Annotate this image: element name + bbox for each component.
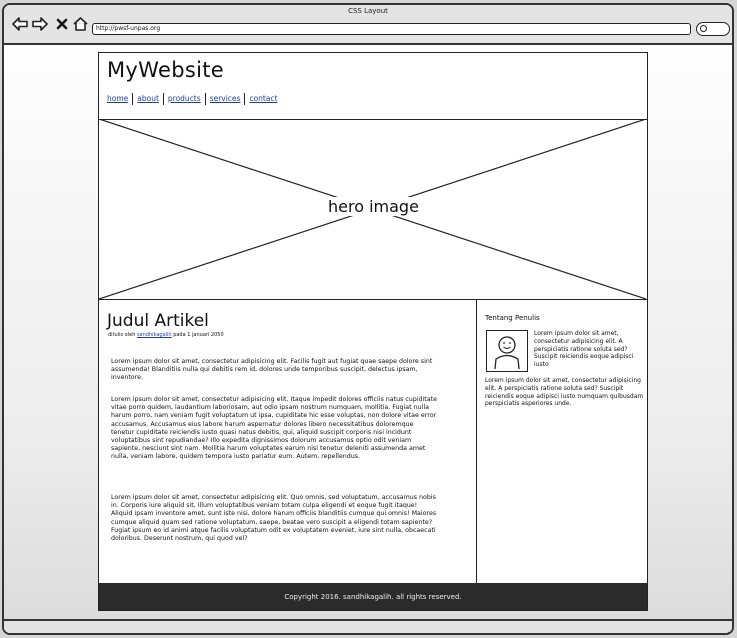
- page-viewport: MyWebsite home about products services c…: [4, 45, 732, 633]
- browser-toolbar: CSS Layout http://pwsf-unpas.org: [4, 5, 732, 45]
- person-icon: [494, 336, 520, 370]
- author-sidebar: Tentang Penulis Lorem ipsum dolor sit am…: [477, 300, 647, 584]
- byline-date: pada 1 januari 2050: [173, 332, 224, 338]
- forward-arrow-icon[interactable]: [32, 16, 48, 32]
- sidebar-text-continued: Lorem ipsum dolor sit amet, consectetur …: [485, 377, 644, 408]
- window-title: CSS Layout: [348, 7, 388, 15]
- avatar: [486, 330, 528, 372]
- back-arrow-icon[interactable]: [12, 16, 28, 32]
- article-paragraph: Lorem ipsum dolor sit amet, consectetur …: [111, 396, 437, 461]
- sidebar-title: Tentang Penulis: [485, 314, 540, 322]
- home-icon[interactable]: [72, 16, 88, 32]
- menu-item-services[interactable]: services: [204, 93, 245, 105]
- status-bar: [4, 619, 732, 633]
- hero-image-placeholder: hero image: [99, 119, 647, 300]
- site-header: MyWebsite home about products services c…: [99, 53, 647, 120]
- article-paragraph: Lorem ipsum dolor sit amet, consectetur …: [111, 494, 437, 543]
- article-paragraph: Lorem ipsum dolor sit amet, consectetur …: [111, 358, 433, 382]
- browser-search-box[interactable]: [696, 22, 730, 36]
- close-icon[interactable]: [54, 16, 70, 32]
- website-container: MyWebsite home about products services c…: [98, 52, 648, 611]
- hero-label: hero image: [325, 197, 422, 216]
- site-title: MyWebsite: [107, 58, 224, 82]
- article-title: Judul Artikel: [107, 311, 209, 331]
- sidebar-text: Lorem ipsum dolor sit amet, consectetur …: [534, 330, 634, 369]
- menu-item-home[interactable]: home: [107, 93, 132, 105]
- search-icon: [700, 25, 707, 32]
- browser-window: CSS Layout http://pwsf-unpas.org MyWebsi…: [2, 3, 734, 635]
- author-link[interactable]: sandhikagalih: [137, 332, 172, 338]
- address-bar[interactable]: http://pwsf-unpas.org: [92, 23, 691, 35]
- resize-grip-icon[interactable]: [722, 624, 730, 633]
- menu-item-products[interactable]: products: [162, 93, 205, 105]
- byline-prefix: ditulis oleh: [108, 332, 136, 338]
- menu-item-about[interactable]: about: [132, 93, 163, 105]
- menu-item-contact[interactable]: contact: [244, 93, 281, 105]
- site-footer: Copyright 2016. sandhikagalih. all right…: [99, 583, 647, 610]
- main-menu: home about products services contact: [107, 93, 282, 105]
- article-byline: ditulis oleh sandhikagalih pada 1 januar…: [108, 332, 224, 338]
- article-section: Judul Artikel ditulis oleh sandhikagalih…: [99, 300, 477, 584]
